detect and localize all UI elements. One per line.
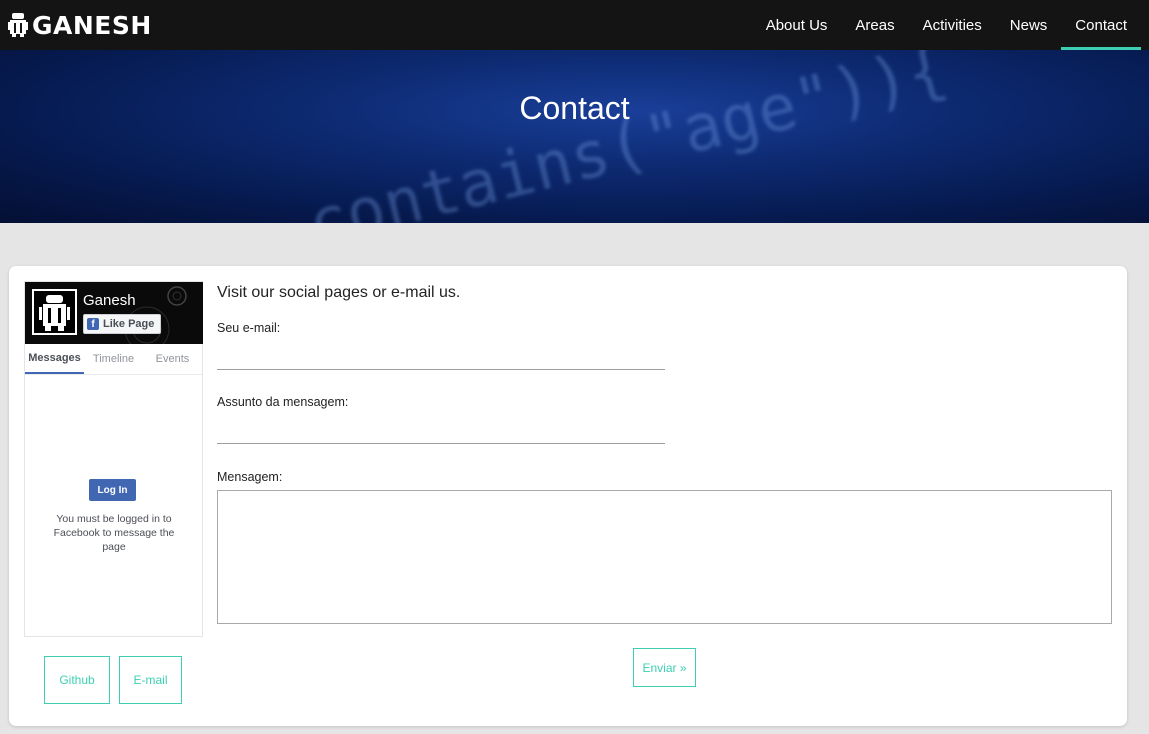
facebook-page-widget: Ganesh f Like Page Messages Timeline Eve… — [24, 281, 203, 637]
facebook-page-name[interactable]: Ganesh — [83, 292, 136, 309]
nav-item-about-us[interactable]: About Us — [752, 0, 842, 50]
subject-label: Assunto da mensagem: — [217, 395, 349, 409]
hero-background-code: contains("age")){ — [300, 50, 955, 223]
like-page-button[interactable]: f Like Page — [83, 314, 162, 334]
facebook-f-icon: f — [87, 318, 99, 330]
email-field[interactable] — [217, 344, 665, 370]
nav-item-activities[interactable]: Activities — [909, 0, 996, 50]
email-label: Seu e-mail: — [217, 321, 281, 335]
facebook-login-message: You must be logged in to Facebook to mes… — [53, 513, 175, 553]
contact-card: Ganesh f Like Page Messages Timeline Eve… — [9, 266, 1127, 726]
nav-item-news[interactable]: News — [996, 0, 1062, 50]
brand-logo[interactable]: GANESH — [8, 9, 152, 41]
facebook-page-avatar[interactable] — [32, 289, 77, 335]
tab-messages[interactable]: Messages — [25, 344, 84, 374]
facebook-tabs: Messages Timeline Events — [25, 344, 202, 375]
facebook-cover: Ganesh f Like Page — [25, 282, 203, 344]
tab-events[interactable]: Events — [143, 344, 202, 374]
navbar: GANESH About Us Areas Activities News Co… — [0, 0, 1149, 50]
subject-field[interactable] — [217, 418, 665, 444]
facebook-login-button[interactable]: Log In — [89, 479, 136, 501]
github-button[interactable]: Github — [44, 656, 110, 704]
submit-button[interactable]: Enviar » — [633, 648, 696, 687]
hero-banner: contains("age")){ Contact — [0, 50, 1149, 223]
ganesh-robot-logo-icon — [39, 295, 70, 331]
message-label: Mensagem: — [217, 470, 283, 484]
email-button[interactable]: E-mail — [119, 656, 182, 704]
nav-item-areas[interactable]: Areas — [841, 0, 908, 50]
page-title: Contact — [519, 90, 630, 126]
tab-timeline[interactable]: Timeline — [84, 344, 143, 374]
ganesh-robot-logo-icon — [8, 13, 28, 37]
main-nav: About Us Areas Activities News Contact — [752, 0, 1141, 50]
like-page-label: Like Page — [103, 318, 155, 330]
form-intro: Visit our social pages or e-mail us. — [217, 284, 461, 301]
nav-item-contact[interactable]: Contact — [1061, 0, 1141, 50]
brand-name: GANESH — [32, 10, 152, 40]
message-textarea[interactable] — [217, 490, 1112, 624]
